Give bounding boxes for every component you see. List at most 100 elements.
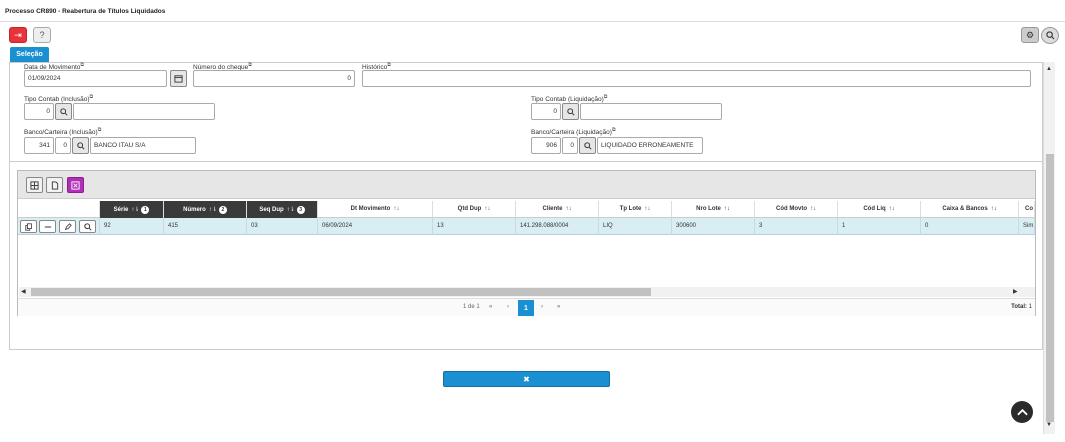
tipo-contab-inclusao-desc [73,103,215,120]
table-cell[interactable]: 06/09/2024 [318,218,433,235]
search-icon [83,222,92,231]
col-header-qtd-dup[interactable]: Qtd Dup ↑↓ [433,201,516,218]
col-header-tp-lote[interactable]: Tp Lote ↑↓ [599,201,672,218]
banco-inclusao-desc: BANCO ITAU S/A [90,137,196,154]
table-cell[interactable]: Sim [1019,218,1035,235]
top-bar: Processo CR890 - Reabertura de Títulos L… [0,0,1065,22]
horizontal-scroll-thumb[interactable] [31,288,651,296]
search-icon [583,141,592,150]
results-grid: Série ↑⇂ 1 Número ↑⇂ 2 Seq Dup ↑⇂ 3 Dt Movimen… [17,170,1036,316]
actions-header [18,201,100,218]
help-icon: ? [39,30,45,40]
top-search-button[interactable] [1041,27,1059,44]
first-page-button[interactable]: « [489,304,492,310]
help-button[interactable]: ? [33,27,51,43]
settings-button[interactable]: ⚙ [1021,27,1039,43]
col-header-co[interactable]: Co [1019,201,1035,218]
historico-input[interactable] [362,70,1031,87]
scroll-right-arrow-icon[interactable]: ▶ [1013,288,1018,295]
edit-row-button[interactable] [59,220,76,233]
vertical-scrollbar[interactable]: ▲ ▼ [1043,62,1055,434]
banco-liquidacao-search-button[interactable] [579,137,596,154]
gear-icon: ⚙ [1025,29,1035,40]
calendar-button[interactable] [170,70,187,87]
copy-icon [24,222,32,231]
document-icon [51,180,58,190]
carteira-inclusao-input[interactable]: 0 [55,137,71,154]
close-circle-icon: ✖ [523,374,530,384]
table-cell[interactable]: 415 [164,218,247,235]
search-icon [566,107,575,116]
table-cell[interactable]: 300600 [672,218,755,235]
col-header-caixa-bancos[interactable]: Caixa & Bancos ↑↓ [921,201,1019,218]
horizontal-scrollbar[interactable]: ◀ ▶ [19,287,1035,297]
confirm-button[interactable]: ✖ [443,371,610,387]
col-header-cod-movto[interactable]: Cód Movto ↑↓ [755,201,838,218]
table-cell[interactable]: 141.298.088/0004 [516,218,599,235]
grid-icon [30,180,39,190]
grid-toolbar [18,171,1035,199]
col-header-cod-liq[interactable]: Cód Liq ↑↓ [838,201,921,218]
tipo-contab-liquidacao-desc [580,103,722,120]
exit-icon: ⇥ [14,29,22,40]
view-row-button[interactable] [79,220,96,233]
exit-button[interactable]: ⇥ [9,27,27,43]
col-header-cliente[interactable]: Cliente ↑↓ [516,201,599,218]
col-header-nro-lote[interactable]: Nro Lote ↑↓ [672,201,755,218]
tipo-contab-inclusao-input[interactable]: 0 [24,103,54,120]
vertical-scroll-thumb[interactable] [1046,154,1054,422]
grid-columns-button[interactable] [26,177,43,193]
grid-excel-button[interactable] [67,177,84,193]
carteira-liquidacao-input[interactable]: 0 [562,137,578,154]
data-movimento-input[interactable]: 01/09/2024 [24,70,167,87]
chevron-up-icon [1016,408,1028,416]
pencil-icon [64,222,72,230]
tipo-contab-inclusao-label: Tipo Contab (Inclusão)⧉ [24,94,94,104]
col-header-serie[interactable]: Série ↑⇂ 1 [100,201,164,218]
scroll-down-arrow-icon[interactable]: ▼ [1046,422,1052,428]
banco-liquidacao-label: Banco/Carteira (Liquidação)⧉ [531,127,616,137]
numero-cheque-input[interactable]: 0 [193,70,355,87]
table-cell[interactable]: 0 [921,218,1019,235]
table-cell[interactable]: 1 [838,218,921,235]
tipo-contab-liquidacao-input[interactable]: 0 [531,103,561,120]
copy-row-button[interactable] [20,220,37,233]
divider [9,161,1043,162]
calendar-icon [174,75,183,83]
tipo-contab-liquidacao-label: Tipo Contab (Liquidação)⧉ [531,94,608,104]
tipo-contab-inclusao-search-button[interactable] [55,103,72,120]
banco-liquidacao-desc: LIQUIDADO ERRONEAMENTE [597,137,703,154]
scroll-up-arrow-icon[interactable]: ▲ [1046,66,1052,72]
next-page-button[interactable]: › [541,304,543,310]
col-header-dt-movimento[interactable]: Dt Movimento ↑↓ [318,201,433,218]
table-cell[interactable]: 92 [100,218,164,235]
banco-inclusao-label: Banco/Carteira (Inclusão)⧉ [24,127,102,137]
search-icon [76,141,85,150]
current-page[interactable]: 1 [518,300,534,316]
remove-row-button[interactable] [39,220,56,233]
total-count: Total: 1 [1011,304,1032,310]
search-icon [1045,31,1054,40]
grid-export-button[interactable] [46,177,63,193]
search-icon [59,107,68,116]
tipo-contab-liquidacao-search-button[interactable] [562,103,579,120]
last-page-button[interactable]: » [557,304,560,310]
scroll-left-arrow-icon[interactable]: ◀ [21,288,26,295]
table-cell[interactable]: 3 [755,218,838,235]
pagination: 1 de 1 « ‹ 1 › » Total: 1 [18,298,1035,316]
tab-selecao[interactable]: Seleção [10,47,49,62]
table-cell[interactable]: 13 [433,218,516,235]
col-header-seq-dup[interactable]: Seq Dup ↑⇂ 3 [247,201,318,218]
banco-inclusao-search-button[interactable] [72,137,89,154]
col-header-numero[interactable]: Número ↑⇂ 2 [164,201,247,218]
banco-liquidacao-input[interactable]: 906 [531,137,561,154]
minus-icon [44,226,51,227]
scroll-to-top-button[interactable] [1011,401,1033,423]
page-range: 1 de 1 [463,304,480,310]
prev-page-button[interactable]: ‹ [507,304,509,310]
spreadsheet-icon [71,180,80,190]
table-cell[interactable]: LIQ [599,218,672,235]
page-title: Processo CR890 - Reabertura de Títulos L… [5,8,166,15]
banco-inclusao-input[interactable]: 341 [24,137,54,154]
table-cell[interactable]: 03 [247,218,318,235]
